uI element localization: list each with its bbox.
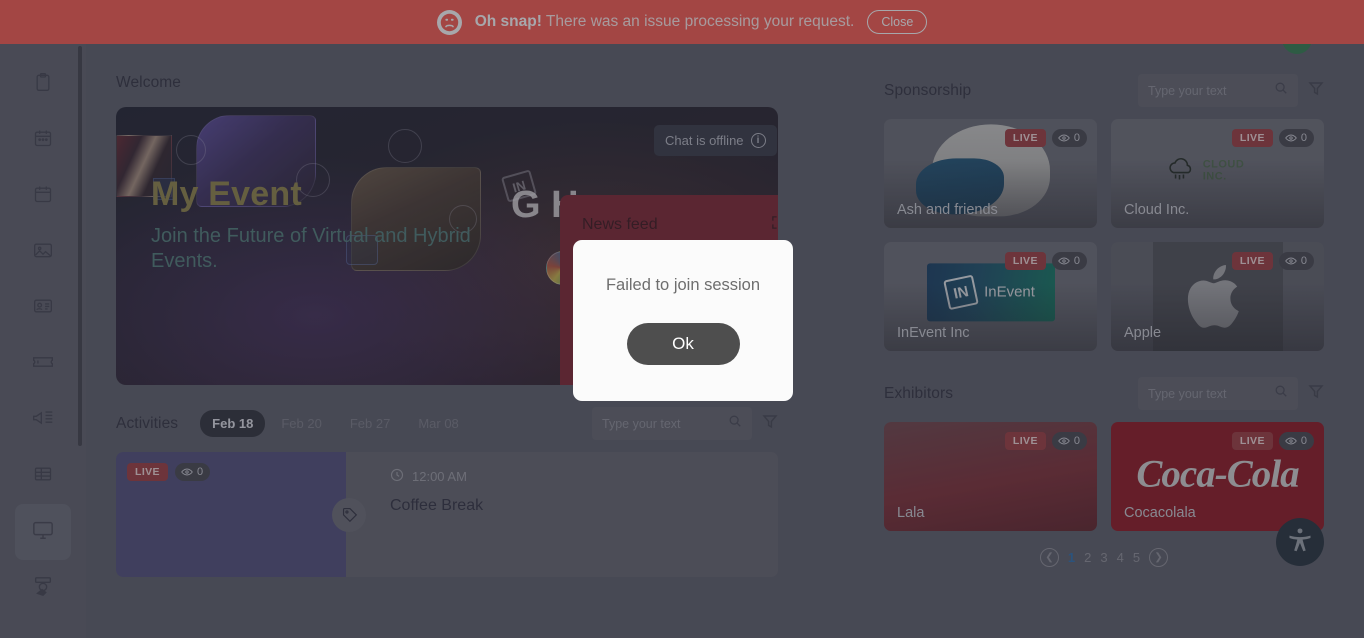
dialog-ok-button[interactable]: Ok (626, 323, 740, 365)
failed-to-join-dialog: Failed to join session Ok (573, 240, 793, 401)
app-root: Welcome IN G H My Event Join the Future … (0, 0, 1364, 638)
dialog-message: Failed to join session (605, 276, 761, 294)
